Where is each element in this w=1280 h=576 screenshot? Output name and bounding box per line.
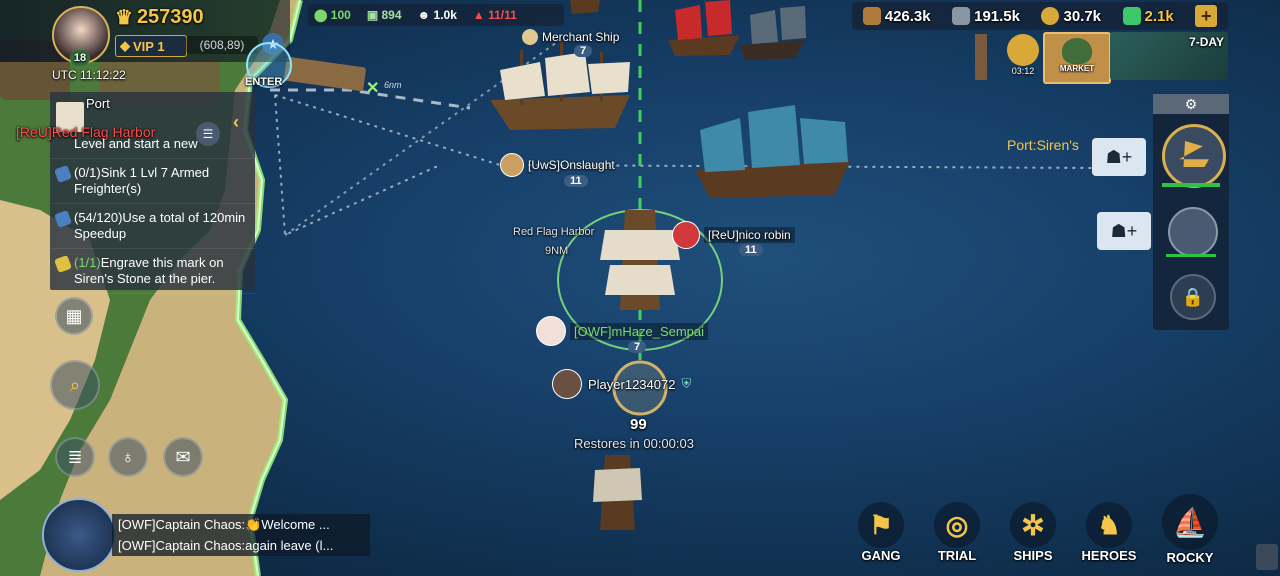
add-gems-button[interactable]: + — [1195, 5, 1218, 27]
quest-item[interactable]: (54/120)Use a total of 120min Speedup — [50, 204, 255, 249]
quest-book-icon — [54, 210, 72, 228]
quest-panel: Port [ReU]Red Flag Harbor ☰ Level and st… — [16, 92, 255, 294]
wood-icon — [862, 7, 881, 25]
ship-icon — [1179, 141, 1209, 167]
enter-label: ENTER — [245, 76, 283, 88]
restore-timer: Restores in 00:00:03 — [574, 436, 694, 451]
mhaze-label[interactable]: [OWF]mHaze_Sempai — [536, 316, 709, 346]
vip-diamond-icon: ◆ — [120, 38, 130, 53]
resource-bar[interactable]: 426.3k 191.5k 30.7k 2.1k + — [852, 2, 1228, 30]
red-flag-distance: 9NM — [545, 245, 569, 257]
top-stats-bar: ⬤ 100 ▣ 894 ☻ 1.0k ▲ 11/11 — [308, 4, 564, 26]
player-coords[interactable]: (608,89) — [186, 36, 258, 54]
player-power: ♛ 257390 — [115, 6, 204, 29]
market-button[interactable]: MARKET — [1043, 32, 1111, 84]
route-distance: 6nm — [384, 80, 402, 90]
trial-button[interactable]: ◎ TRIAL — [927, 502, 987, 563]
shield-icon: ⛨ — [681, 376, 692, 391]
player-level-badge: 18 — [70, 50, 90, 66]
power-icon: ♛ — [115, 7, 133, 29]
fleet-slot-2[interactable] — [1168, 207, 1218, 257]
rocky-button[interactable]: ⛵ ROCKY — [1160, 494, 1220, 565]
troops-stat: ▣ 894 — [366, 8, 402, 22]
vip-button[interactable]: ◆ VIP 1 — [115, 35, 187, 57]
wood-resource: 426.3k — [862, 7, 931, 25]
heroes-icon: ♞ — [1086, 502, 1132, 548]
merchant-ship-label[interactable]: Merchant Ship — [522, 29, 619, 45]
map-icon[interactable]: ▦ — [55, 297, 93, 335]
mhaze-avatar — [536, 316, 566, 346]
task-list-icon[interactable]: ≣ — [55, 437, 95, 477]
fleet-icon: ▲ — [472, 8, 485, 22]
timer-event-tile[interactable]: 03:12 — [1005, 34, 1041, 80]
population-stat: ☻ 1.0k — [417, 8, 457, 22]
heroes-button[interactable]: ♞ HEROES — [1079, 502, 1139, 563]
chat-box[interactable]: [OWF]Captain Chaos:👏Welcome ... [OWF]Cap… — [112, 514, 370, 556]
merchant-level: 7 — [574, 45, 593, 57]
iron-resource: 191.5k — [952, 7, 1020, 25]
gold-resource: 30.7k — [1041, 7, 1101, 25]
stamina-icon: ⬤ — [314, 8, 328, 22]
market-bag-icon — [1062, 38, 1092, 64]
troops-icon: ▣ — [366, 8, 379, 22]
corner-avatar-icon[interactable] — [1256, 544, 1278, 570]
nico-robin-label[interactable]: [ReU]nico robin — [672, 221, 795, 249]
iron-icon — [952, 7, 971, 25]
locked-slot-lock-icon[interactable]: 🔒 — [1170, 274, 1216, 320]
player-ship-avatar — [552, 369, 582, 399]
fleet-slot-1[interactable] — [1162, 124, 1226, 188]
mhaze-level: 7 — [628, 341, 647, 353]
quest-list: Level and start a new (0/1)Sink 1 Lvl 7 … — [50, 134, 255, 294]
port-siren-label[interactable]: Port:Siren's — [1007, 137, 1079, 153]
trial-icon: ◎ — [934, 502, 980, 548]
rocky-icon: ⛵ — [1162, 494, 1218, 550]
gang-button[interactable]: ⚑ GANG — [851, 502, 911, 563]
merchant-icon — [522, 29, 538, 45]
chat-ship-button[interactable] — [42, 498, 116, 572]
fleet-stat: ▲ 11/11 — [472, 8, 517, 22]
fleet-1-health-bar — [1162, 183, 1220, 187]
add-captain-button-1[interactable]: ☗+ — [1092, 138, 1146, 176]
gem-icon — [1122, 7, 1141, 25]
gems-resource: 2.1k — [1122, 7, 1174, 25]
troop-count: 99 — [630, 416, 647, 433]
mail-icon[interactable]: ✉ — [163, 437, 203, 477]
search-icon[interactable]: ⌕ — [50, 360, 100, 410]
game-world-map[interactable]: { "player": { "level": "18", "power": "2… — [0, 0, 1280, 576]
quest-book-icon — [54, 165, 72, 183]
gold-coin-icon — [1041, 7, 1060, 25]
nico-level: 11 — [739, 244, 763, 256]
ship-wheel-icon: ✲ — [1010, 502, 1056, 548]
quest-item[interactable]: (0/1)Sink 1 Lvl 7 Armed Freighter(s) — [50, 159, 255, 204]
quest-pen-icon — [54, 255, 72, 273]
player-ship-label[interactable]: Player1234072 ⛨ — [552, 369, 691, 399]
quest-panel-title: Port — [86, 96, 110, 111]
population-icon: ☻ — [417, 8, 431, 22]
seven-day-event-button[interactable]: 7-DAY — [1110, 32, 1228, 80]
chat-line: [OWF]Captain Chaos:again leave (l... — [112, 535, 370, 556]
gang-icon: ⚑ — [858, 502, 904, 548]
onslaught-level: 11 — [564, 175, 588, 187]
chat-line: [OWF]Captain Chaos:👏Welcome ... — [112, 514, 370, 535]
stamina-stat: ⬤ 100 — [314, 8, 351, 22]
add-captain-button-2[interactable]: ☗+ — [1097, 212, 1151, 250]
nico-avatar — [672, 221, 700, 249]
collapse-quest-chevron-icon[interactable]: ‹ — [233, 112, 255, 134]
settings-gear-icon[interactable]: ⚙ — [1153, 94, 1229, 114]
bag-icon[interactable]: ♁ — [108, 437, 148, 477]
red-flag-harbor-label: Red Flag Harbor — [513, 226, 595, 238]
onslaught-label[interactable]: [UwS]Onslaught — [500, 153, 615, 177]
quest-item[interactable]: Level and start a new — [50, 134, 255, 159]
route-close-icon[interactable]: ✕ — [366, 78, 379, 98]
ships-button[interactable]: ✲ SHIPS — [1003, 502, 1063, 563]
quest-item[interactable]: (1/1)Engrave this mark on Siren's Stone … — [50, 249, 255, 294]
onslaught-avatar — [500, 153, 524, 177]
fleet-2-health-bar — [1166, 254, 1216, 257]
utc-clock: UTC 11:12:22 — [52, 68, 126, 82]
chest-icon — [1007, 34, 1039, 66]
event-tile-edge[interactable] — [975, 34, 987, 80]
